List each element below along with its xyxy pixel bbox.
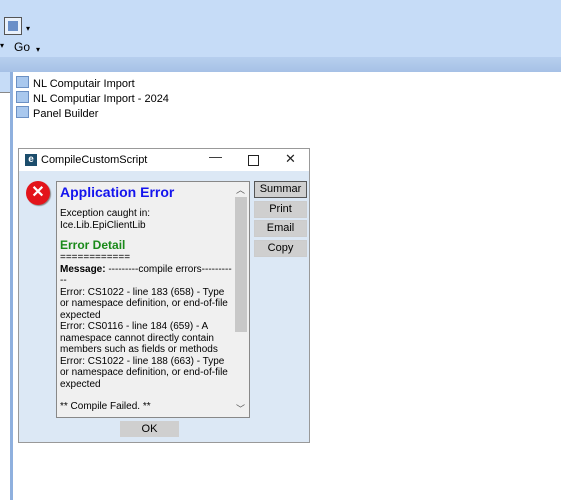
error-x-icon: ✕ <box>26 181 50 205</box>
compile-error-dialog: e CompileCustomScript — ✕ ✕ Application … <box>18 148 310 443</box>
print-button[interactable]: Print <box>254 201 307 218</box>
title-bar: e CompileCustomScript — ✕ <box>19 149 309 171</box>
scroll-up-icon[interactable]: ︿ <box>236 183 245 196</box>
tree-item[interactable]: NL Computiar Import - 2024 <box>16 91 169 105</box>
exception-text: Exception caught in: Ice.Lib.EpiClientLi… <box>60 208 151 231</box>
scrollbar[interactable]: ︿ ﹀ <box>234 182 248 417</box>
dialog-title: CompileCustomScript <box>41 154 148 166</box>
error-line: Error: CS0116 - line 184 (659) - A names… <box>60 321 218 355</box>
tree-item[interactable]: Panel Builder <box>16 106 98 120</box>
scrollbar-thumb[interactable] <box>235 197 247 332</box>
email-button[interactable]: Email <box>254 220 307 237</box>
app-logo-icon: e <box>25 154 37 166</box>
maximize-button[interactable] <box>248 155 259 166</box>
error-detail-heading: Error Detail <box>60 238 126 252</box>
scroll-down-icon[interactable]: ﹀ <box>236 402 245 415</box>
error-details-textbox[interactable]: Application Error Exception caught in: I… <box>56 181 250 418</box>
toolbar: ▾ ▾ Go ▾ <box>0 0 561 57</box>
folder-icon <box>16 76 29 88</box>
folder-icon <box>16 106 29 118</box>
chevron-down-icon[interactable]: ▾ <box>36 45 40 54</box>
chevron-down-icon[interactable]: ▾ <box>0 41 4 50</box>
separator: ============ <box>60 252 131 263</box>
go-menu[interactable]: Go <box>14 40 30 54</box>
summary-button[interactable]: Summar <box>254 181 307 198</box>
minimize-button[interactable]: — <box>209 149 222 164</box>
copy-button[interactable]: Copy <box>254 240 307 257</box>
message-text: Message: ---------compile errors--------… <box>60 263 232 287</box>
left-panel <box>0 72 13 500</box>
error-line: Error: CS1022 - line 183 (658) - Type or… <box>60 286 228 321</box>
header-band <box>0 57 561 72</box>
close-button[interactable]: ✕ <box>285 151 296 167</box>
chevron-down-icon[interactable]: ▾ <box>26 24 30 33</box>
folder-icon <box>16 91 29 103</box>
tree-item[interactable]: NL Computair Import <box>16 76 135 90</box>
ok-button[interactable]: OK <box>120 421 179 437</box>
grid-view-icon[interactable] <box>4 17 22 35</box>
compile-failed-text: ** Compile Failed. ** <box>60 401 232 413</box>
error-line: Error: CS1022 - line 188 (663) - Type or… <box>60 355 228 390</box>
error-heading: Application Error <box>60 184 175 200</box>
